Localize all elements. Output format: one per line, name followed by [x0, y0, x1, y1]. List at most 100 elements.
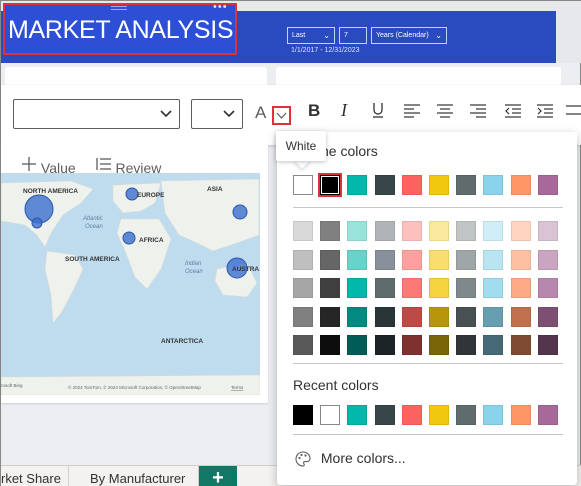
- shade-color-swatch[interactable]: [483, 306, 504, 327]
- shade-color-swatch[interactable]: [320, 335, 341, 355]
- shade-color-swatch[interactable]: [347, 335, 368, 355]
- shade-color-swatch[interactable]: [537, 335, 558, 355]
- theme-color-swatch[interactable]: [510, 175, 531, 195]
- align-center-button[interactable]: [432, 101, 458, 127]
- shade-color-swatch[interactable]: [429, 306, 449, 327]
- increase-indent-button[interactable]: [532, 101, 558, 127]
- shade-color-swatch[interactable]: [347, 306, 368, 327]
- recent-color-swatch[interactable]: [510, 405, 531, 425]
- align-left-button[interactable]: [399, 101, 425, 127]
- shade-color-swatch[interactable]: [456, 335, 477, 355]
- tab-by-manufacturer[interactable]: By Manufacturer: [69, 466, 199, 486]
- font-size-dropdown[interactable]: [191, 99, 243, 129]
- shade-color-swatch[interactable]: [374, 278, 395, 298]
- shade-color-swatch[interactable]: [537, 306, 558, 327]
- shade-color-swatch[interactable]: [483, 221, 504, 241]
- recent-color-swatch[interactable]: [320, 405, 341, 425]
- shade-color-swatch[interactable]: [320, 306, 341, 327]
- shade-color-swatch[interactable]: [510, 221, 531, 241]
- shade-color-swatch[interactable]: [483, 335, 504, 355]
- shade-color-swatch[interactable]: [347, 221, 368, 241]
- recent-color-swatch[interactable]: [483, 405, 504, 425]
- shade-color-swatch[interactable]: [401, 221, 422, 241]
- shade-color-swatch[interactable]: [456, 249, 477, 270]
- theme-color-swatch[interactable]: [293, 175, 313, 195]
- bubble-asia[interactable]: [232, 204, 248, 220]
- shade-color-swatch[interactable]: [320, 278, 341, 298]
- shade-color-swatch[interactable]: [401, 335, 422, 355]
- theme-color-swatch[interactable]: [429, 175, 449, 195]
- period-count-input[interactable]: 7: [339, 27, 367, 44]
- shade-color-swatch[interactable]: [293, 221, 313, 241]
- world-map[interactable]: NORTH AMERICA EUROPE ASIA AFRICA SOUTH A…: [1, 173, 260, 395]
- more-formatting-button[interactable]: [563, 101, 581, 127]
- recent-color-swatch[interactable]: [293, 405, 313, 425]
- shade-color-swatch[interactable]: [293, 306, 313, 327]
- shade-color-swatch[interactable]: [483, 278, 504, 298]
- period-relative-dropdown[interactable]: Last ⌄: [287, 27, 335, 44]
- shade-color-swatch[interactable]: [510, 335, 531, 355]
- map-visual[interactable]: Value Review NORTH AMERICA EUROPE ASIA A…: [1, 145, 268, 403]
- italic-button[interactable]: I: [333, 100, 359, 127]
- shade-color-swatch[interactable]: [293, 249, 313, 270]
- theme-color-swatch[interactable]: [318, 173, 343, 197]
- recent-color-swatch[interactable]: [429, 405, 449, 425]
- shade-color-swatch[interactable]: [429, 221, 449, 241]
- shade-color-swatch[interactable]: [537, 278, 558, 298]
- shade-color-swatch[interactable]: [483, 249, 504, 270]
- shade-color-swatch[interactable]: [293, 278, 313, 298]
- tab-market-share[interactable]: rket Share: [1, 466, 69, 486]
- shade-color-swatch[interactable]: [401, 306, 422, 327]
- shade-color-swatch[interactable]: [374, 221, 395, 241]
- decrease-indent-button[interactable]: [500, 101, 526, 127]
- recent-color-swatch[interactable]: [401, 405, 422, 425]
- shade-color-swatch[interactable]: [374, 249, 395, 270]
- shade-color-swatch[interactable]: [456, 278, 477, 298]
- shade-color-swatch[interactable]: [429, 249, 449, 270]
- shade-color-swatch[interactable]: [429, 335, 449, 355]
- add-page-button[interactable]: +: [199, 466, 237, 486]
- recent-color-swatch[interactable]: [374, 405, 395, 425]
- shade-color-swatch[interactable]: [320, 221, 341, 241]
- underline-button[interactable]: [365, 101, 391, 127]
- period-unit-dropdown[interactable]: Years (Calendar) ⌄: [371, 27, 447, 44]
- terms-link[interactable]: Terms: [231, 385, 244, 390]
- more-options-icon[interactable]: •••: [213, 2, 228, 13]
- theme-color-swatch[interactable]: [347, 175, 368, 195]
- theme-color-swatch[interactable]: [537, 175, 558, 195]
- font-color-icon[interactable]: A: [255, 103, 266, 123]
- shade-color-swatch[interactable]: [374, 335, 395, 355]
- theme-color-swatch[interactable]: [456, 175, 477, 195]
- recent-color-swatch[interactable]: [456, 405, 477, 425]
- bubble-north-america-small[interactable]: [31, 217, 43, 229]
- theme-color-swatch[interactable]: [401, 175, 422, 195]
- shade-color-swatch[interactable]: [456, 306, 477, 327]
- drag-grip-icon[interactable]: [111, 6, 127, 10]
- shade-color-swatch[interactable]: [347, 249, 368, 270]
- theme-color-swatch[interactable]: [374, 175, 395, 195]
- label-north-america: NORTH AMERICA: [23, 188, 78, 195]
- shade-color-swatch[interactable]: [537, 249, 558, 270]
- bubble-africa[interactable]: [122, 231, 136, 245]
- shade-color-swatch[interactable]: [347, 278, 368, 298]
- shade-color-swatch[interactable]: [510, 306, 531, 327]
- shade-color-swatch[interactable]: [537, 221, 558, 241]
- shade-color-swatch[interactable]: [293, 335, 313, 355]
- more-colors-button[interactable]: More colors...: [295, 450, 406, 467]
- shade-color-swatch[interactable]: [320, 249, 341, 270]
- shade-color-swatch[interactable]: [510, 249, 531, 270]
- theme-color-swatch[interactable]: [483, 175, 504, 195]
- align-right-button[interactable]: [465, 101, 491, 127]
- report-title-textbox[interactable]: MARKET ANALYSIS: [3, 3, 237, 55]
- font-color-dropdown-button[interactable]: [272, 106, 291, 125]
- bold-button[interactable]: B: [301, 101, 327, 127]
- shade-color-swatch[interactable]: [456, 221, 477, 241]
- recent-color-swatch[interactable]: [537, 405, 558, 425]
- recent-color-swatch[interactable]: [347, 405, 368, 425]
- shade-color-swatch[interactable]: [401, 278, 422, 298]
- shade-color-swatch[interactable]: [374, 306, 395, 327]
- shade-color-swatch[interactable]: [429, 278, 449, 298]
- font-family-dropdown[interactable]: [13, 99, 180, 129]
- shade-color-swatch[interactable]: [510, 278, 531, 298]
- shade-color-swatch[interactable]: [401, 249, 422, 270]
